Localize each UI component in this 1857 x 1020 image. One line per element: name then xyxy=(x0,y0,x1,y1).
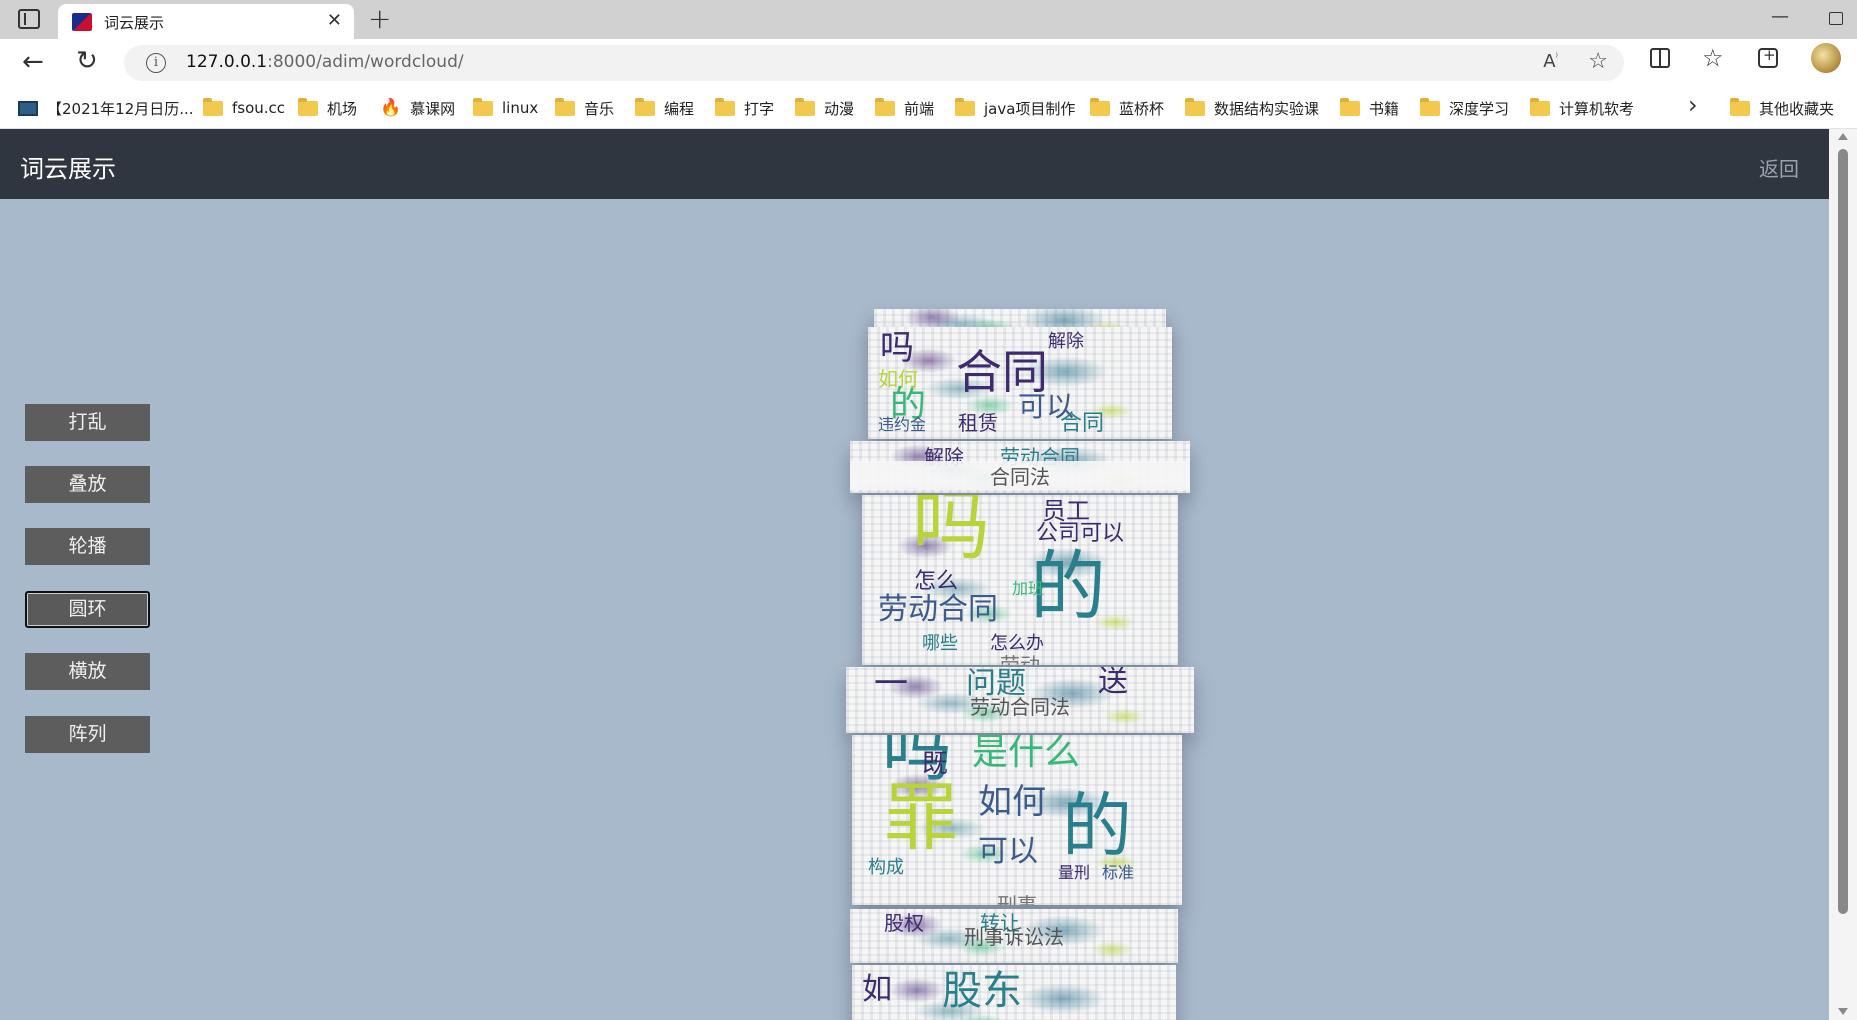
scroll-up-icon[interactable] xyxy=(1838,133,1848,140)
favorites-icon[interactable]: ☆ xyxy=(1702,44,1724,72)
add-favorite-icon[interactable]: ☆ xyxy=(1588,49,1608,74)
wordcloud-cylinder: 合同 的 吗 如何 租赁 可以 合同 违约金 解除 解除 劳动合同 合同法 吗 xyxy=(846,309,1194,1020)
fire-icon: 🔥 xyxy=(380,98,402,118)
wordcloud-card[interactable]: 股东 如 xyxy=(852,965,1176,1020)
minimize-icon[interactable]: — xyxy=(1771,6,1789,27)
site-favicon-icon xyxy=(72,13,92,31)
scroll-thumb[interactable] xyxy=(1838,149,1848,914)
folder-icon xyxy=(1420,97,1440,116)
grid-button[interactable]: 阵列 xyxy=(25,716,150,753)
bookmarks-bar: 【2021年12月日历... fsou.cc 机场 🔥 慕课网 linux 音乐 … xyxy=(0,87,1857,129)
card-label: 刑事 xyxy=(997,893,1037,905)
collections-icon[interactable] xyxy=(1758,46,1778,68)
split-screen-icon[interactable] xyxy=(1650,48,1670,68)
browser-tab-bar: 词云展示 ✕ + — xyxy=(0,0,1857,39)
folder-icon xyxy=(1090,97,1110,116)
scroll-down-icon[interactable] xyxy=(1838,1008,1848,1015)
folder-icon xyxy=(1730,97,1750,116)
wordcloud-image: 吗 的 劳动合同 公司可以 怎么 哪些 怎么办 加班 员工 xyxy=(862,495,1178,665)
folder-icon xyxy=(473,97,493,116)
card-label: 劳动合同法 xyxy=(970,695,1070,719)
new-tab-icon[interactable]: + xyxy=(368,2,391,35)
page-header: 词云展示 返回 xyxy=(0,129,1829,199)
tab-actions-icon[interactable] xyxy=(18,9,40,29)
wordcloud-image: 股东 如 xyxy=(852,965,1176,1020)
bookmark-item[interactable]: 🔥 慕课网 xyxy=(380,95,455,121)
page-scrollbar[interactable] xyxy=(1829,129,1857,1020)
folder-icon xyxy=(1185,97,1205,116)
folder-icon xyxy=(635,97,655,116)
bookmark-item[interactable]: 编程 xyxy=(635,95,694,121)
url-field[interactable]: i 127.0.0.1:8000/adim/wordcloud/ A⁾ ☆ xyxy=(124,45,1624,81)
wordcloud-card[interactable]: 吗 罪 的 是什么 如何 可以 既 构成 量刑 标准 刑事 xyxy=(852,735,1182,905)
bookmark-item[interactable]: 数据结构实验课 xyxy=(1185,95,1319,121)
folder-icon xyxy=(1340,97,1360,116)
wordcloud-card[interactable]: 吗 的 劳动合同 公司可以 怎么 哪些 怎么办 加班 员工 劳动 xyxy=(862,495,1178,665)
browser-tab[interactable]: 词云展示 ✕ xyxy=(58,4,354,39)
ring-button[interactable]: 圆环 xyxy=(25,591,150,628)
bookmark-item[interactable]: fsou.cc xyxy=(203,95,285,121)
wordcloud-image: 吗 罪 的 是什么 如何 可以 既 构成 量刑 标准 xyxy=(852,735,1182,905)
close-tab-icon[interactable]: ✕ xyxy=(327,10,342,31)
shuffle-button[interactable]: 打乱 xyxy=(25,404,150,441)
card-label-partial: 劳动 xyxy=(1000,653,1040,665)
restore-window-icon[interactable] xyxy=(1829,12,1843,25)
wordcloud-card[interactable]: 合同 的 吗 如何 租赁 可以 合同 违约金 解除 xyxy=(868,327,1172,439)
tab-title: 词云展示 xyxy=(104,14,165,32)
wordcloud-card[interactable]: 解除 劳动合同 合同法 xyxy=(850,441,1190,493)
horizontal-button[interactable]: 横放 xyxy=(25,653,150,690)
bookmark-item[interactable]: linux xyxy=(473,95,538,121)
read-aloud-icon[interactable]: A⁾ xyxy=(1543,51,1558,72)
page-title: 词云展示 xyxy=(20,155,116,183)
folder-icon xyxy=(875,97,895,116)
bookmark-item[interactable]: 前端 xyxy=(875,95,934,121)
profile-avatar[interactable] xyxy=(1811,43,1841,73)
folder-icon xyxy=(203,97,223,116)
stack-button[interactable]: 叠放 xyxy=(25,466,150,503)
bookmark-item-other[interactable]: 其他收藏夹 xyxy=(1730,95,1834,121)
address-toolbar: ← ↻ i 127.0.0.1:8000/adim/wordcloud/ A⁾ … xyxy=(0,39,1857,87)
folder-icon xyxy=(1530,97,1550,116)
bookmark-item[interactable]: 计算机软考 xyxy=(1530,95,1634,121)
site-info-icon[interactable]: i xyxy=(146,53,166,73)
wordcloud-card[interactable]: 一 问题 送 劳动合同法 xyxy=(846,667,1194,733)
bookmark-item[interactable]: 机场 xyxy=(298,95,357,121)
bookmark-item[interactable]: 动漫 xyxy=(795,95,854,121)
url-text[interactable]: 127.0.0.1:8000/adim/wordcloud/ xyxy=(186,52,464,72)
wordcloud-image: 合同 的 吗 如何 租赁 可以 合同 违约金 解除 xyxy=(868,327,1172,439)
back-arrow-icon[interactable]: ← xyxy=(22,47,44,77)
folder-icon xyxy=(795,97,815,116)
card-label: 刑事诉讼法 xyxy=(964,925,1064,949)
bookmark-item[interactable]: 蓝桥杯 xyxy=(1090,95,1164,121)
folder-icon xyxy=(955,97,975,116)
bookmark-item[interactable]: 【2021年12月日历... xyxy=(18,95,194,121)
bookmark-item[interactable]: 音乐 xyxy=(555,95,614,121)
card-label: 合同法 xyxy=(850,461,1190,490)
bookmark-item[interactable]: java项目制作 xyxy=(955,95,1075,121)
bookmark-item[interactable]: 书籍 xyxy=(1340,95,1399,121)
folder-icon xyxy=(555,97,575,116)
carousel-button[interactable]: 轮播 xyxy=(25,528,150,565)
bookmark-item[interactable]: 打字 xyxy=(715,95,774,121)
reload-icon[interactable]: ↻ xyxy=(76,46,98,76)
bookmark-item[interactable]: 深度学习 xyxy=(1420,95,1509,121)
folder-icon xyxy=(715,97,735,116)
monitor-icon xyxy=(18,100,38,116)
wordcloud-card[interactable]: 股权 转让 刑事诉讼法 xyxy=(850,909,1178,963)
chevron-right-icon[interactable]: › xyxy=(1688,91,1698,119)
folder-icon xyxy=(298,97,318,116)
wordcloud-page: 词云展示 返回 打乱 叠放 轮播 圆环 横放 阵列 合同 的 吗 如何 租赁 可… xyxy=(0,129,1829,1020)
back-link[interactable]: 返回 xyxy=(1759,153,1799,182)
